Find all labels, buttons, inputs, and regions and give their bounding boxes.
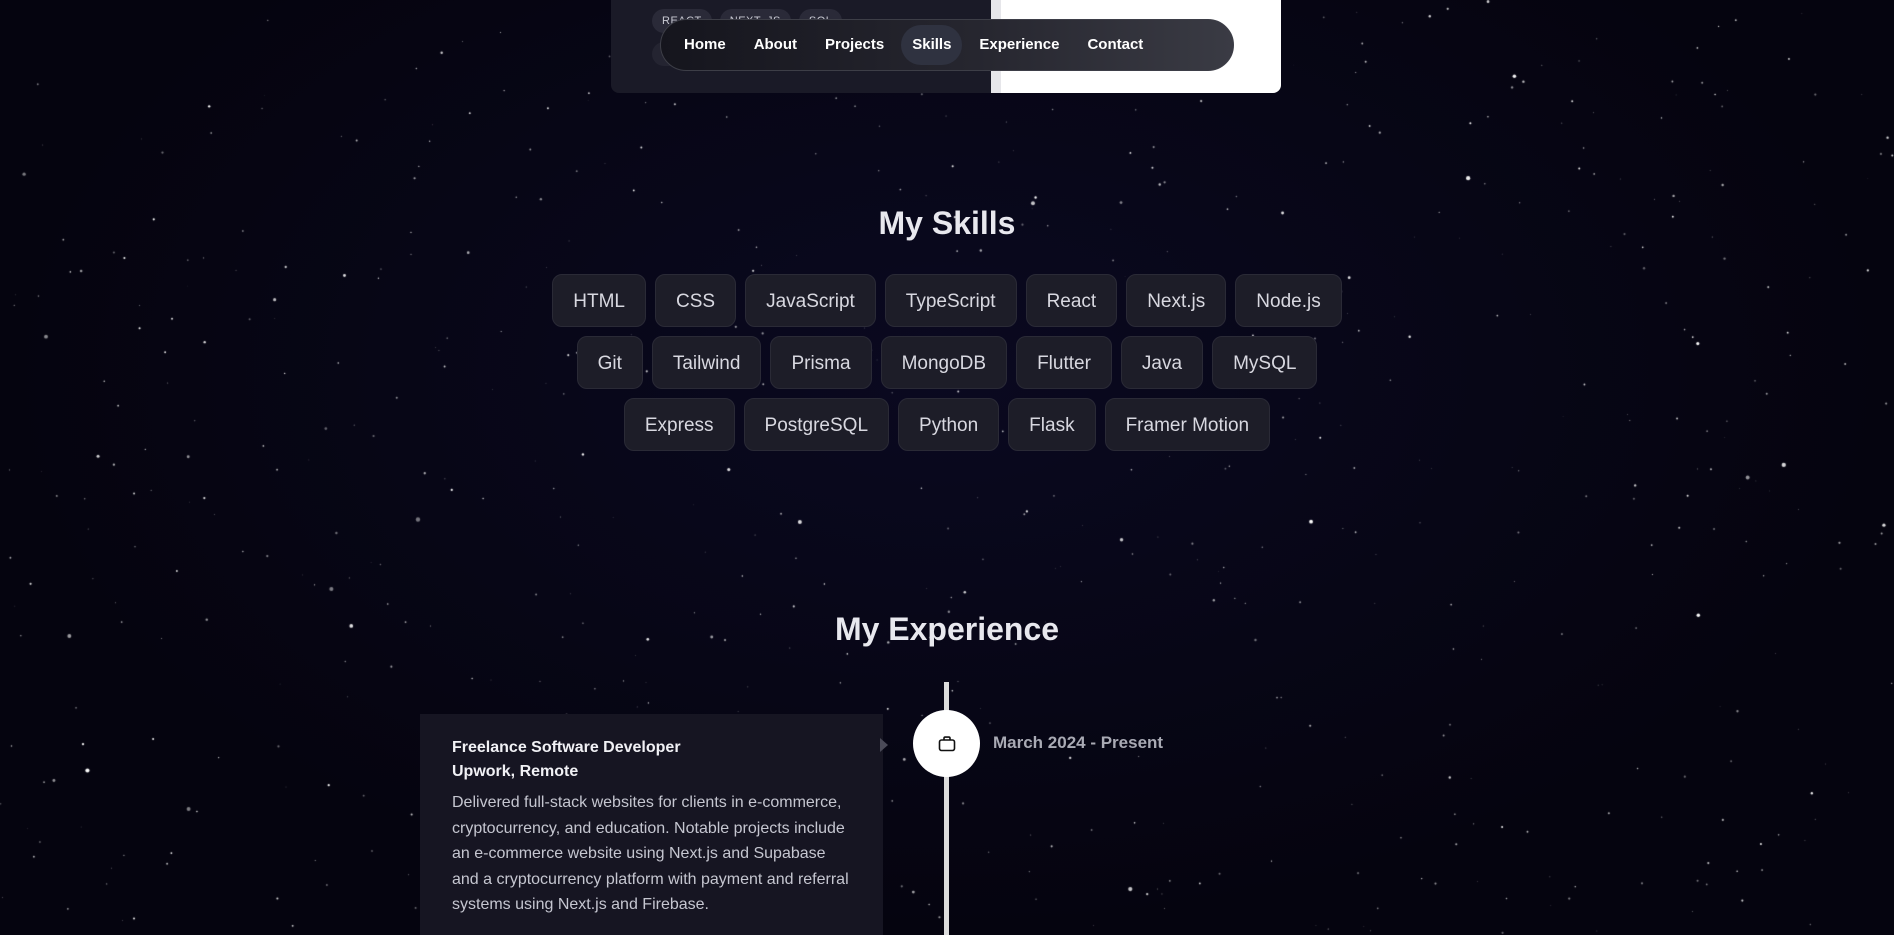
timeline-node <box>913 710 980 777</box>
nav-skills[interactable]: Skills <box>901 25 963 65</box>
skill-chip: Prisma <box>770 336 872 389</box>
skill-chip: Flutter <box>1016 336 1112 389</box>
skill-chip: Next.js <box>1126 274 1227 327</box>
nav-about[interactable]: About <box>743 25 808 65</box>
navigation-bar: Home About Projects Skills Experience Co… <box>660 19 1234 71</box>
nav-home[interactable]: Home <box>673 25 737 65</box>
skill-chip: Framer Motion <box>1104 398 1271 451</box>
experience-company: Upwork, Remote <box>452 763 579 780</box>
skill-chip: CSS <box>655 274 737 327</box>
nav-contact[interactable]: Contact <box>1076 25 1154 65</box>
skill-chip: Express <box>623 398 735 451</box>
skill-chip: MongoDB <box>880 336 1008 389</box>
nav-projects[interactable]: Projects <box>814 25 895 65</box>
experience-card: Freelance Software Developer Upwork, Rem… <box>420 714 883 935</box>
skill-chip: JavaScript <box>745 274 876 327</box>
skill-chip: Java <box>1120 336 1204 389</box>
experience-title: My Experience <box>834 611 1060 647</box>
skill-chip: Python <box>898 398 1000 451</box>
experience-role: Freelance Software Developer <box>452 739 681 756</box>
skill-chip: Tailwind <box>651 336 762 389</box>
skills-title: My Skills <box>878 205 1016 241</box>
skill-chip: Flask <box>1008 398 1096 451</box>
skills-row: HTML CSS JavaScript TypeScript React Nex… <box>0 274 1894 327</box>
skill-chip: HTML <box>552 274 647 327</box>
briefcase-icon <box>938 735 955 751</box>
skill-chip: Node.js <box>1235 274 1342 327</box>
skills-row: Git Tailwind Prisma MongoDB Flutter Java… <box>0 336 1894 389</box>
skill-chip: React <box>1025 274 1118 327</box>
skills-grid: HTML CSS JavaScript TypeScript React Nex… <box>0 274 1894 460</box>
experience-description: Delivered full-stack websites for client… <box>452 794 849 913</box>
skill-chip: TypeScript <box>884 274 1017 327</box>
skill-chip: Git <box>576 336 643 389</box>
card-pointer-arrow <box>880 738 888 752</box>
nav-experience[interactable]: Experience <box>968 25 1070 65</box>
page: REACT NEXT. JS SQL Home About Projects S… <box>0 0 1894 935</box>
experience-date: March 2024 - Present <box>993 733 1164 752</box>
skills-row: Express PostgreSQL Python Flask Framer M… <box>0 398 1894 451</box>
skill-chip: PostgreSQL <box>743 398 890 451</box>
skill-chip: MySQL <box>1212 336 1318 389</box>
